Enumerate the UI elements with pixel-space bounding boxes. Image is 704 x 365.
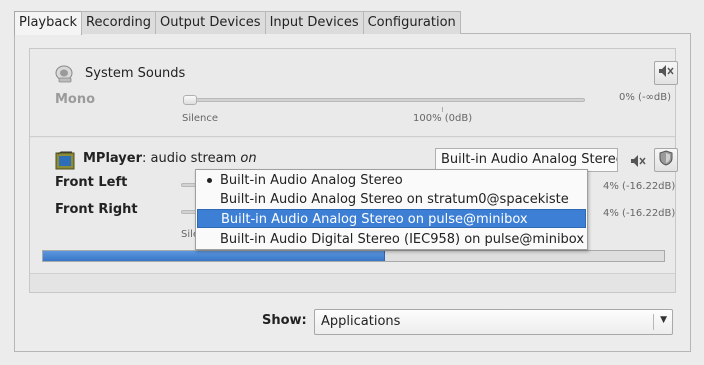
tab-configuration[interactable]: Configuration: [362, 11, 461, 34]
menu-item-device-highlighted[interactable]: Built-in Audio Analog Stereo on pulse@mi…: [197, 209, 586, 228]
chevron-down-icon: ▼: [660, 315, 667, 325]
speaker-device-icon: [54, 65, 76, 83]
lock-channels-button[interactable]: [654, 148, 678, 172]
tab-bar: Playback Recording Output Devices Input …: [14, 11, 461, 35]
output-device-menu: Built-in Audio Analog Stereo Built-in Au…: [195, 169, 588, 250]
volume-slider-track[interactable]: [183, 98, 585, 102]
tab-input-devices[interactable]: Input Devices: [264, 11, 364, 34]
channel-label-front-left: Front Left: [55, 175, 128, 190]
front-left-volume-readout: 4% (-16.22dB): [603, 181, 676, 192]
radio-bullet-icon: [207, 178, 212, 183]
menu-item-label: Built-in Audio Analog Stereo on pulse@mi…: [221, 212, 528, 227]
menu-item-label: Built-in Audio Analog Stereo: [220, 173, 403, 188]
mute-button[interactable]: [654, 61, 678, 85]
scale-tick: [442, 107, 443, 112]
app-name: MPlayer: [83, 151, 142, 166]
menu-item-device[interactable]: Built-in Audio Analog Stereo: [197, 171, 586, 190]
front-right-volume-readout: 4% (-16.22dB): [603, 208, 676, 219]
show-filter-value: Applications: [321, 314, 401, 329]
tab-recording[interactable]: Recording: [81, 11, 157, 34]
scale-mark-100: 100% (0dB): [413, 113, 473, 124]
channel-label-front-right: Front Right: [55, 202, 138, 217]
volume-readout: 0% (-∞dB): [619, 92, 671, 103]
peak-level-meter: [42, 250, 665, 262]
menu-item-label: Built-in Audio Digital Stereo (IEC958) o…: [220, 232, 585, 247]
system-sounds-title: System Sounds: [85, 66, 186, 81]
peak-level-fill: [43, 251, 385, 261]
system-sounds-row: System Sounds Mono Silence 100% (0dB) 0%…: [30, 49, 678, 137]
tab-playback[interactable]: Playback: [14, 11, 83, 35]
menu-item-device[interactable]: Built-in Audio Digital Stereo (IEC958) o…: [197, 230, 586, 249]
title-separator: :: [142, 151, 147, 166]
tab-output-devices[interactable]: Output Devices: [155, 11, 266, 34]
speaker-mute-icon: [658, 64, 674, 82]
shield-lock-icon: [658, 150, 674, 170]
mplayer-icon: [55, 151, 75, 171]
stream-title: MPlayer: audio stream on: [83, 151, 257, 166]
channel-label-mono: Mono: [55, 92, 96, 107]
stream-name: audio stream: [150, 151, 237, 166]
menu-item-device[interactable]: Built-in Audio Analog Stereo on stratum0…: [197, 190, 586, 209]
combo-separator: [653, 314, 654, 330]
show-filter-select[interactable]: Applications ▼: [314, 309, 673, 335]
on-word: on: [240, 151, 257, 166]
menu-item-label: Built-in Audio Analog Stereo on stratum0…: [220, 192, 569, 207]
speaker-mute-icon[interactable]: [629, 153, 647, 169]
scale-mark-silence: Silence: [182, 113, 219, 124]
show-label: Show:: [262, 313, 307, 328]
volume-slider-knob[interactable]: [183, 95, 197, 105]
